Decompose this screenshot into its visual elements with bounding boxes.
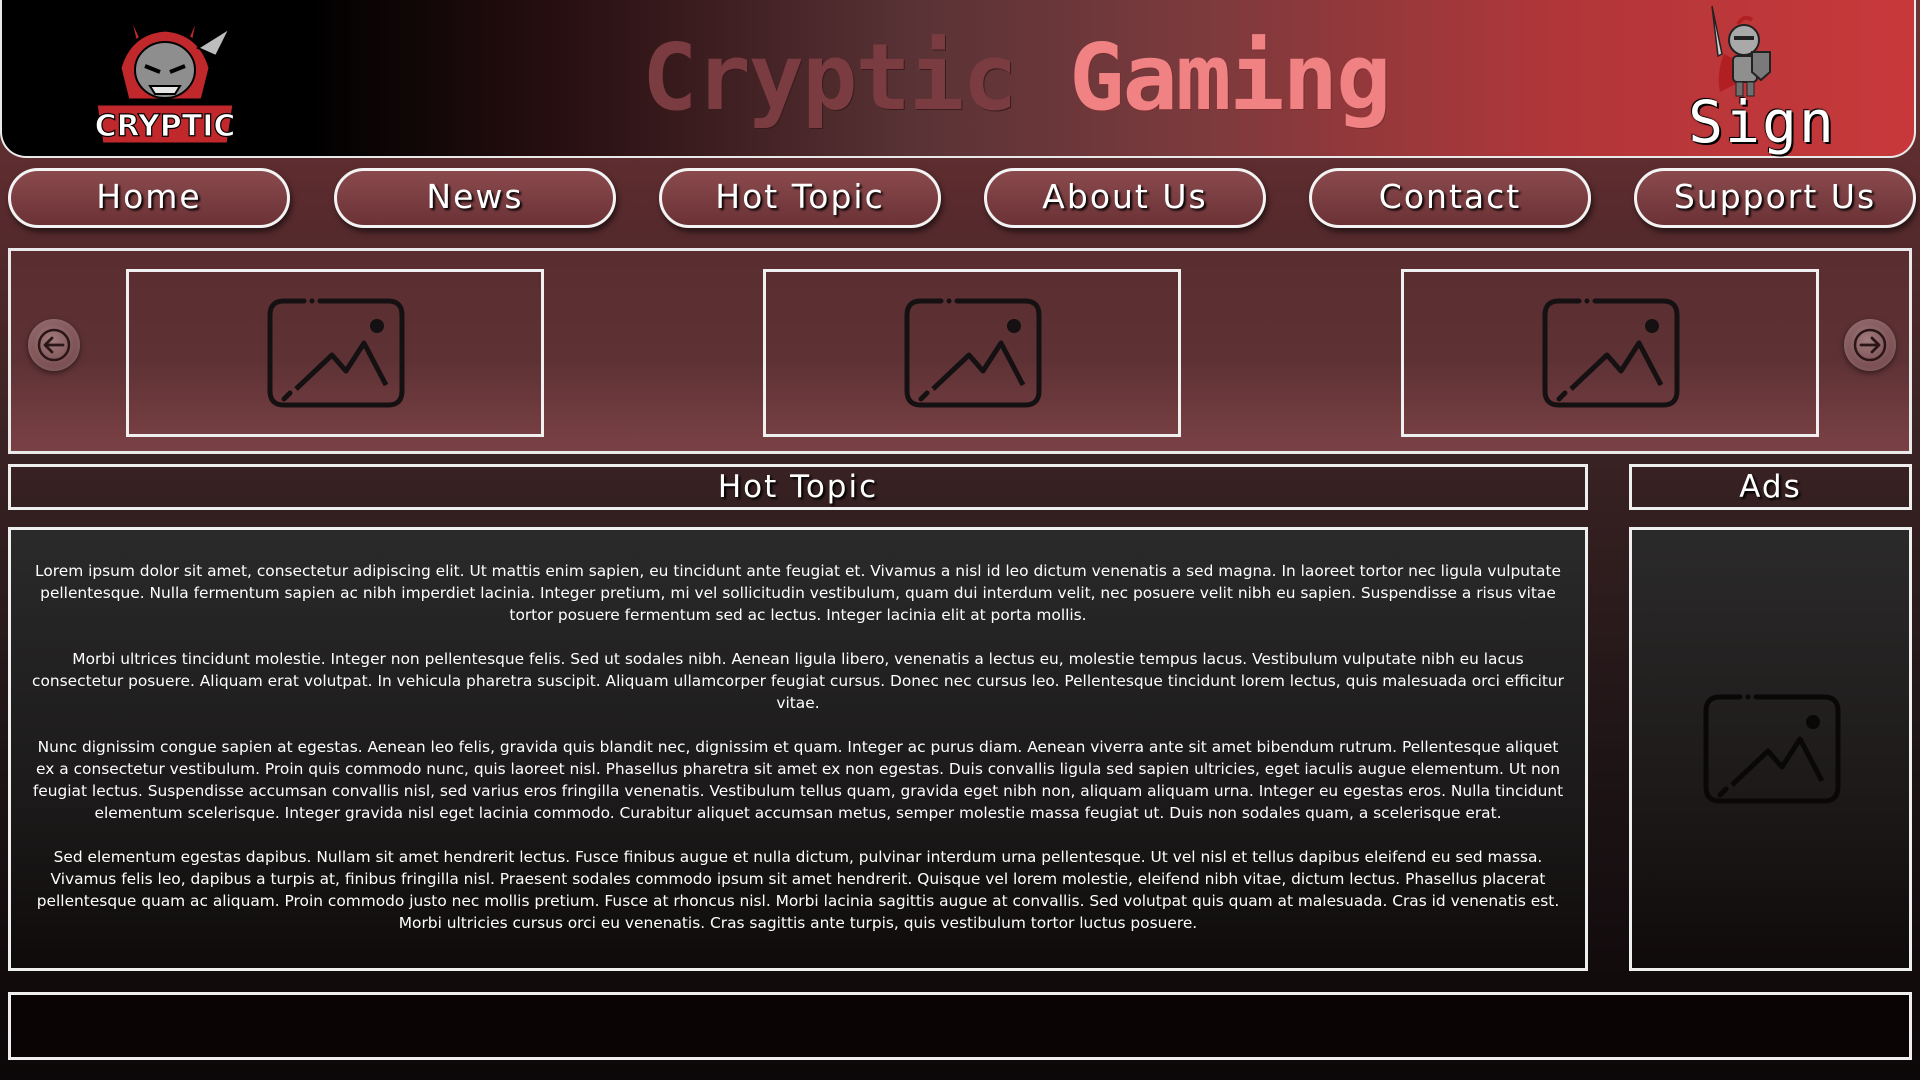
site-title-word2: Gaming xyxy=(1069,24,1391,131)
image-placeholder-icon xyxy=(267,298,405,408)
image-placeholder-icon xyxy=(1703,694,1840,804)
nav-hot-topic[interactable]: Hot Topic xyxy=(659,168,941,228)
carousel-slide-3[interactable] xyxy=(1401,269,1819,437)
article-paragraph: Lorem ipsum dolor sit amet, consectetur … xyxy=(35,562,1561,624)
article-paragraph: Nunc dignissim congue sapien at egestas.… xyxy=(32,738,1564,822)
carousel-slide-1[interactable] xyxy=(126,269,544,437)
article-paragraph: Sed elementum egestas dapibus. Nullam si… xyxy=(36,848,1560,932)
site-title-word1: Cryptic xyxy=(642,24,1018,131)
article-paragraph: Morbi ultrices tincidunt molestie. Integ… xyxy=(32,650,1564,712)
sign-in-button[interactable]: Sign In xyxy=(1642,86,1882,228)
nav-news[interactable]: News xyxy=(334,168,616,228)
image-carousel xyxy=(8,248,1912,454)
nav-home[interactable]: Home xyxy=(8,168,290,228)
site-header: CRYPTIC Cryptic Gaming Sign In xyxy=(0,0,1916,228)
arrow-left-icon xyxy=(37,328,71,362)
carousel-slide-2[interactable] xyxy=(763,269,1181,437)
image-placeholder-icon xyxy=(904,298,1042,408)
image-placeholder-icon xyxy=(1542,298,1680,408)
hot-topic-heading: Hot Topic xyxy=(8,464,1588,510)
hot-topic-article: Lorem ipsum dolor sit amet, consectetur … xyxy=(8,527,1588,971)
nav-contact[interactable]: Contact xyxy=(1309,168,1591,228)
arrow-right-icon xyxy=(1853,328,1887,362)
ads-panel[interactable] xyxy=(1629,527,1912,971)
carousel-next-button[interactable] xyxy=(1844,319,1896,371)
cryptic-logo[interactable]: CRYPTIC xyxy=(90,8,240,153)
nav-support-us[interactable]: Support Us xyxy=(1634,168,1916,228)
logo-text: CRYPTIC xyxy=(95,109,236,144)
site-title: Cryptic Gaming xyxy=(642,18,1391,138)
nav-about-us[interactable]: About Us xyxy=(984,168,1266,228)
ads-heading: Ads xyxy=(1629,464,1912,510)
carousel-prev-button[interactable] xyxy=(28,319,80,371)
site-footer xyxy=(8,992,1912,1060)
